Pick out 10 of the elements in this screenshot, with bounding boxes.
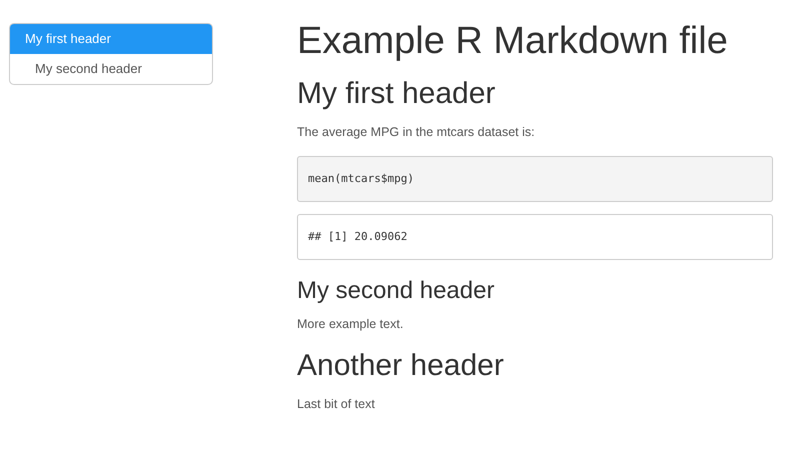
paragraph: More example text. xyxy=(297,316,404,333)
code-block: mean(mtcars$mpg) xyxy=(297,156,773,202)
page-title: Example R Markdown file xyxy=(297,19,729,64)
output-block: ## [1] 20.09062 xyxy=(297,214,773,260)
section-heading: My first header xyxy=(297,76,496,112)
toc-link[interactable]: My second header xyxy=(10,54,212,84)
section-heading: Another header xyxy=(297,348,505,384)
paragraph: The average MPG in the mtcars dataset is: xyxy=(297,124,536,141)
subsection-heading: My second header xyxy=(297,276,496,306)
paragraph: Last bit of text xyxy=(297,396,376,413)
